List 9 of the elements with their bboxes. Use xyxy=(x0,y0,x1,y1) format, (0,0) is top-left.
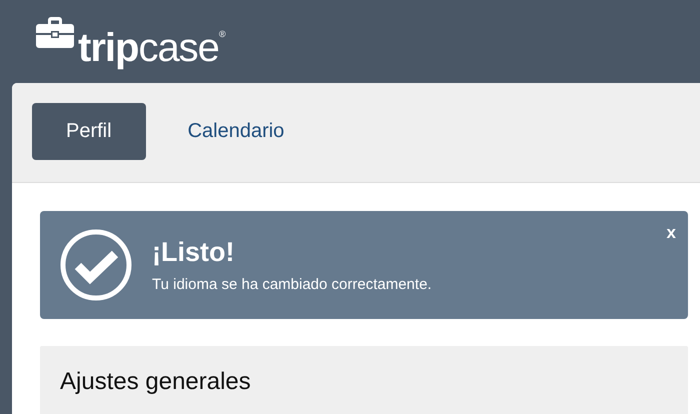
alert-message: Tu idioma se ha cambiado correctamente. xyxy=(152,276,433,293)
alert-title: ¡Listo! xyxy=(152,237,236,268)
check-circle-icon xyxy=(60,229,132,301)
close-button[interactable]: x xyxy=(664,223,678,243)
tab[interactable]: Perfil xyxy=(32,103,146,160)
section-title: Ajustes generales xyxy=(60,368,251,395)
logo[interactable]: tripcase$^{®}$ xyxy=(78,12,225,70)
tab[interactable]: Calendario xyxy=(160,103,312,160)
briefcase-icon xyxy=(36,16,74,48)
